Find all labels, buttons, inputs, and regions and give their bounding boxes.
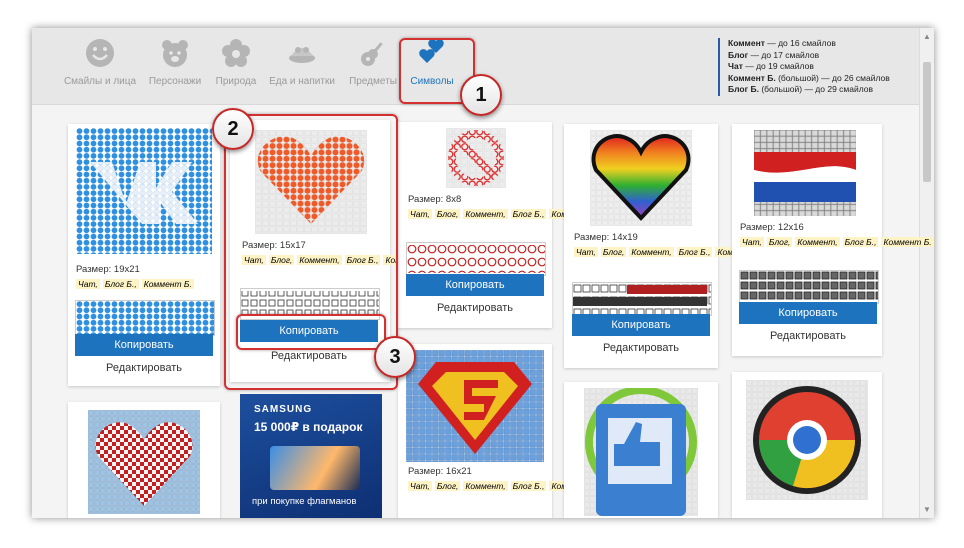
copy-button[interactable]: Копировать	[240, 320, 378, 342]
flower-icon	[219, 36, 253, 70]
category-symbols[interactable]: Символы	[392, 36, 472, 87]
pattern-tags: Чат,Блог,Коммент,Блог Б.,Коммент Б.	[408, 208, 602, 221]
rainbow-heart-pattern-image	[590, 130, 692, 226]
category-label: Еда и напитки	[269, 76, 335, 87]
no-sign-pattern-image	[446, 128, 506, 188]
scroll-up-icon[interactable]: ▲	[923, 32, 931, 41]
pattern-card-superman: Размер: 16x21 Чат,Блог,Коммент,Блог Б.,К…	[398, 344, 602, 518]
pattern-size: Размер: 8x8	[408, 194, 462, 205]
pattern-card-vk: Размер: 19x21 Чат, Блог Б., Коммент Б. Коп…	[68, 124, 220, 386]
pattern-size: Размер: 15x17	[242, 240, 306, 251]
category-smileys[interactable]: Смайлы и лица	[60, 36, 140, 87]
code-preview[interactable]	[572, 282, 712, 316]
food-icon	[285, 36, 319, 70]
copy-button[interactable]: Копировать	[75, 334, 213, 356]
limit-line: Блог — до 17 смайлов	[728, 49, 820, 60]
pattern-tags: Чат,Блог,Коммент,Блог Б.,Коммент Б.	[242, 254, 436, 267]
edit-link[interactable]: Редактировать	[572, 342, 710, 354]
pattern-card-blue-heart	[68, 402, 220, 518]
pattern-size: Размер: 19x21	[76, 264, 140, 275]
code-preview[interactable]	[240, 288, 380, 320]
edit-link[interactable]: Редактировать	[739, 330, 877, 342]
pattern-card-heart: Размер: 15x17 Чат, Блог, Коммент, Блог Б., К…	[230, 120, 436, 382]
category-food[interactable]: Еда и напитки	[262, 36, 342, 87]
pattern-size: Размер: 16x21	[408, 466, 472, 477]
edit-link[interactable]: Редактировать	[406, 302, 544, 314]
copy-button[interactable]: Копировать	[572, 314, 710, 336]
code-preview[interactable]	[406, 242, 546, 276]
ad-headline: 15 000₽ в подарок	[254, 420, 363, 434]
limit-line: Чат — до 19 смайлов	[728, 61, 814, 71]
size-limits-legend: Коммент — до 16 смайлов Блог — до 17 сма…	[718, 38, 890, 96]
limit-line: Коммент — до 16 смайлов	[728, 38, 836, 48]
pepsi-pattern-image	[754, 130, 856, 216]
step-badge-3: 3	[374, 336, 416, 378]
ad-footer: при покупке флагманов	[252, 496, 357, 507]
category-label: Смайлы и лица	[63, 76, 137, 87]
category-label: Символы	[410, 76, 454, 87]
pattern-tags: Чат, Блог Б., Коммент Б.	[76, 279, 194, 289]
bear-icon	[158, 36, 192, 70]
superman-pattern-image	[406, 350, 544, 462]
pattern-card-no-sign: Размер: 8x8 Чат,Блог,Коммент,Блог Б.,Ком…	[398, 122, 602, 328]
guitar-icon	[356, 36, 390, 70]
scrollbar-thumb[interactable]	[923, 62, 931, 182]
code-preview[interactable]	[75, 300, 215, 336]
copy-button[interactable]: Копировать	[406, 274, 544, 296]
samsung-ad-banner[interactable]: SAMSUNG 15 000₽ в подарок при покупке фл…	[240, 394, 382, 518]
step-badge-1: 1	[460, 74, 502, 116]
pattern-size: Размер: 14x19	[574, 232, 638, 243]
vk-pattern-image	[76, 128, 212, 254]
smiley-icon	[83, 36, 117, 70]
pattern-tags: Чат,Блог,Коммент,Блог Б.,Коммент Б.	[574, 246, 768, 259]
pattern-card-like	[564, 382, 718, 518]
limit-line: Коммент Б. (большой) — до 26 смайлов	[728, 72, 890, 83]
copy-button[interactable]: Копировать	[739, 302, 877, 324]
ad-product-image	[270, 446, 360, 490]
pattern-tags: Чат,Блог,Коммент,Блог Б.,Коммент Б.	[740, 237, 934, 247]
pattern-card-pepsi: Размер: 12x16 Чат, Блог, Коммент, Блог Б., К…	[732, 124, 934, 356]
pattern-card-rainbow-heart: Размер: 14x19 Чат, Блог, Коммент, Блог Б., К…	[564, 124, 768, 368]
step-badge-2: 2	[212, 108, 254, 150]
ad-brand: SAMSUNG	[254, 404, 313, 415]
edit-link[interactable]: Редактировать	[75, 362, 213, 374]
scroll-down-icon[interactable]: ▼	[923, 505, 931, 514]
limit-line: Блог Б. (большой) — до 29 смайлов	[728, 84, 874, 94]
heart-pattern-image	[255, 130, 367, 234]
hearts-icon	[415, 36, 449, 70]
like-pattern-image	[584, 388, 698, 516]
edit-link[interactable]: Редактировать	[240, 350, 378, 362]
scrollbar[interactable]: ▲ ▼	[919, 28, 934, 518]
chrome-pattern-image	[746, 380, 868, 500]
pattern-size: Размер: 12x16	[740, 222, 804, 233]
code-preview[interactable]	[739, 270, 879, 304]
blue-heart-pattern-image	[88, 410, 200, 514]
pattern-card-chrome	[732, 372, 882, 518]
pattern-tags: Чат,Блог,Коммент,Блог Б.,Коммент Б.	[408, 480, 602, 493]
browser-viewport: Смайлы и лица Персонажи Природа Еда и на…	[32, 28, 934, 518]
